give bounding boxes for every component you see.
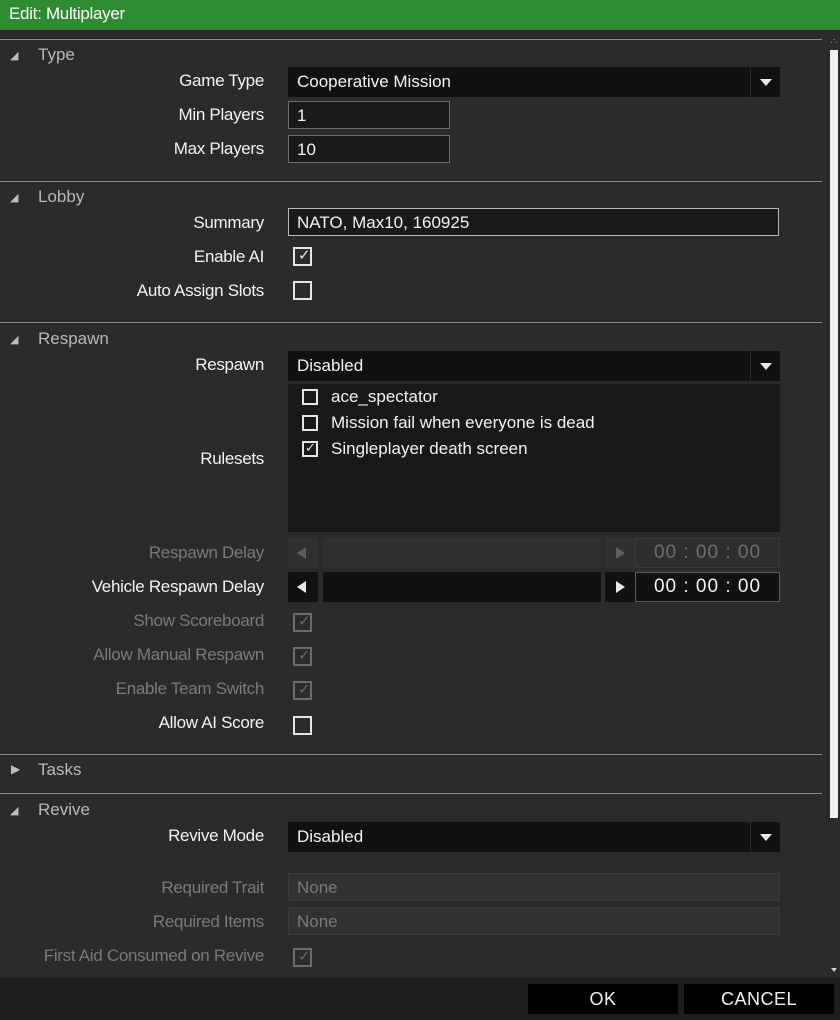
section-divider <box>0 322 822 323</box>
vehicle-respawn-delay-time[interactable]: 00 : 00 : 00 <box>635 572 780 602</box>
min-players-label: Min Players <box>178 105 264 124</box>
section-title: Type <box>38 45 75 64</box>
section-title: Revive <box>38 800 90 819</box>
revive-mode-dropdown[interactable]: Disabled <box>288 822 780 852</box>
ruleset-checkbox[interactable] <box>302 415 318 431</box>
section-header-respawn[interactable]: ◢ Respawn <box>0 326 300 352</box>
min-players-input[interactable]: 1 <box>288 101 450 129</box>
vehicle-respawn-delay-label: Vehicle Respawn Delay <box>91 577 265 596</box>
section-title: Tasks <box>38 760 82 779</box>
respawn-delay-label: Respawn Delay <box>148 543 264 562</box>
chevron-down-icon[interactable] <box>750 351 780 381</box>
arrow-left-icon[interactable] <box>288 572 318 602</box>
required-items-label: Required Items <box>152 912 264 931</box>
section-title: Lobby <box>38 187 85 206</box>
triangle-down-icon: ◢ <box>10 805 19 817</box>
section-header-type[interactable]: ◢ Type <box>0 42 300 68</box>
arrow-right-icon[interactable] <box>605 572 635 602</box>
required-items-field: None <box>288 907 780 935</box>
allow-manual-respawn-checkbox: ✓ <box>293 647 312 666</box>
ruleset-label: Singleplayer death screen <box>331 439 528 458</box>
enable-team-switch-label: Enable Team Switch <box>115 679 265 698</box>
allow-ai-score-label: Allow AI Score <box>158 713 265 732</box>
section-header-lobby[interactable]: ◢ Lobby <box>0 184 300 210</box>
allow-ai-score-checkbox[interactable] <box>293 716 312 735</box>
triangle-down-icon: ◢ <box>10 192 19 204</box>
triangle-right-icon: ▶ <box>11 762 21 776</box>
enable-ai-label: Enable AI <box>193 247 264 266</box>
auto-assign-slots-label: Auto Assign Slots <box>136 281 265 300</box>
respawn-delay-control: 00 : 00 : 00 <box>288 538 780 568</box>
checkmark-icon: ✓ <box>298 948 311 965</box>
rulesets-label: Rulesets <box>200 449 264 468</box>
ruleset-label: ace_spectator <box>331 387 438 406</box>
summary-label: Summary <box>193 213 264 232</box>
min-players-value: 1 <box>297 106 307 125</box>
section-header-revive[interactable]: ◢ Revive <box>0 797 300 823</box>
ruleset-checkbox[interactable] <box>302 389 318 405</box>
max-players-value: 10 <box>297 140 316 159</box>
auto-assign-slots-checkbox[interactable] <box>293 281 312 300</box>
checkmark-icon: ✓ <box>298 681 311 698</box>
vehicle-respawn-delay-control: 00 : 00 : 00 <box>288 572 780 602</box>
title-bar: Edit: Multiplayer <box>0 0 840 30</box>
section-title: Respawn <box>38 329 109 348</box>
game-type-value: Cooperative Mission <box>297 72 452 91</box>
required-trait-value: None <box>297 878 338 897</box>
respawn-dropdown[interactable]: Disabled <box>288 351 780 381</box>
vertical-scrollbar[interactable] <box>828 30 840 978</box>
required-trait-field: None <box>288 873 780 901</box>
summary-value: NATO, Max10, 160925 <box>297 213 470 232</box>
scroll-thumb[interactable] <box>830 50 838 818</box>
ruleset-label: Mission fail when everyone is dead <box>331 413 595 432</box>
arrow-left-icon <box>288 538 318 568</box>
checkmark-icon: ✓ <box>298 247 311 264</box>
rulesets-list: ace_spectator Mission fail when everyone… <box>288 384 780 532</box>
window-title: Edit: Multiplayer <box>9 4 125 23</box>
section-divider <box>0 754 822 755</box>
enable-ai-checkbox[interactable]: ✓ <box>293 247 312 266</box>
revive-mode-value: Disabled <box>297 827 364 846</box>
allow-manual-respawn-label: Allow Manual Respawn <box>93 645 264 664</box>
respawn-delay-slider <box>323 538 601 568</box>
required-trait-label: Required Trait <box>161 878 264 897</box>
enable-team-switch-checkbox: ✓ <box>293 681 312 700</box>
summary-input[interactable]: NATO, Max10, 160925 <box>288 208 779 236</box>
max-players-label: Max Players <box>173 139 265 158</box>
game-type-dropdown[interactable]: Cooperative Mission <box>288 67 780 97</box>
cancel-button[interactable]: CANCEL <box>684 984 834 1014</box>
section-divider <box>0 39 822 40</box>
triangle-down-icon: ◢ <box>10 334 19 346</box>
checkmark-icon: ✓ <box>298 613 311 630</box>
section-divider <box>0 181 822 182</box>
chevron-down-icon[interactable] <box>750 822 780 852</box>
max-players-input[interactable]: 10 <box>288 135 450 163</box>
chevron-down-icon[interactable] <box>750 67 780 97</box>
checkmark-icon: ✓ <box>305 440 316 455</box>
revive-mode-label: Revive Mode <box>168 826 264 845</box>
ruleset-checkbox[interactable]: ✓ <box>302 440 318 457</box>
ok-button[interactable]: OK <box>528 984 678 1014</box>
form-scroll-area: ◢ Type Game Type Cooperative Mission Min… <box>0 30 824 978</box>
game-type-label: Game Type <box>179 71 264 90</box>
triangle-down-icon: ◢ <box>10 50 19 62</box>
required-items-value: None <box>297 912 338 931</box>
checkmark-icon: ✓ <box>298 647 311 664</box>
show-scoreboard-label: Show Scoreboard <box>133 611 264 630</box>
arrow-right-icon <box>605 538 635 568</box>
show-scoreboard-checkbox: ✓ <box>293 613 312 632</box>
dialog-footer: OK CANCEL <box>0 978 840 1020</box>
first-aid-consumed-checkbox: ✓ <box>293 948 312 967</box>
vehicle-respawn-delay-slider[interactable] <box>323 572 601 602</box>
first-aid-consumed-label: First Aid Consumed on Revive <box>43 946 265 965</box>
respawn-value: Disabled <box>297 356 364 375</box>
respawn-delay-time: 00 : 00 : 00 <box>635 538 780 568</box>
section-divider <box>0 793 822 794</box>
section-header-tasks[interactable]: ▶ Tasks <box>0 757 300 783</box>
respawn-label: Respawn <box>195 355 264 374</box>
